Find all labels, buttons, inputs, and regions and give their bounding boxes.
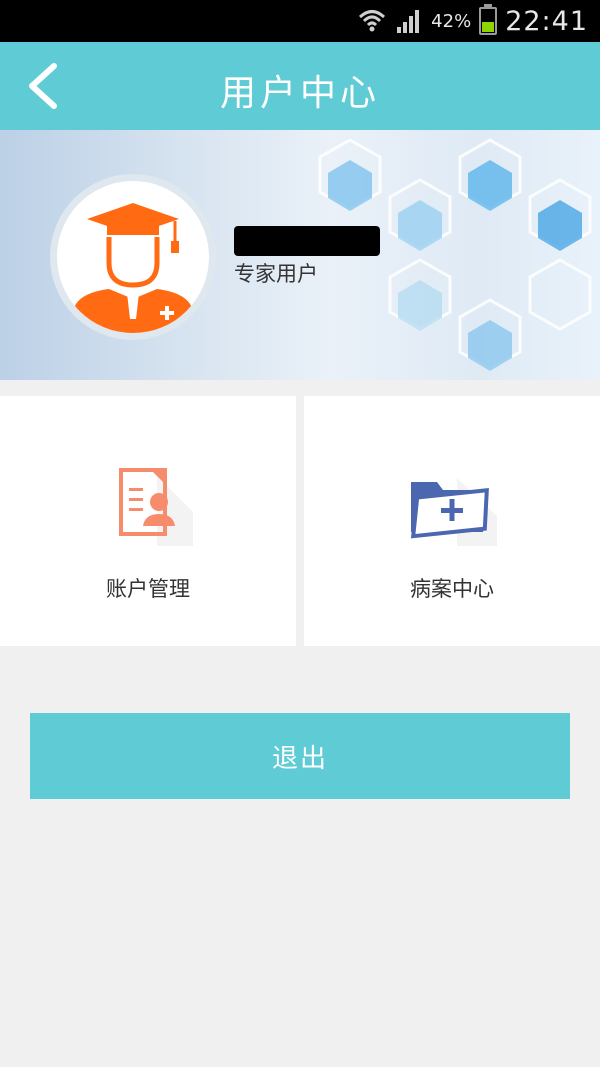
account-management-tile[interactable]: 账户管理 [0,396,296,646]
logout-button[interactable]: 退出 [30,713,570,799]
page-title: 用户中心 [219,73,380,114]
username-redacted [234,226,380,256]
avatar [50,174,216,340]
signal-icon [397,10,420,33]
wifi-icon [359,10,386,32]
doctor-graduate-avatar-icon [73,203,193,333]
user-role: 专家用户 [234,262,318,286]
status-bar: 42% 22:41 [0,0,600,42]
profile-banner: 专家用户 [0,130,600,380]
account-document-icon [119,468,193,546]
account-management-label: 账户管理 [106,577,190,601]
app-header: 用户中心 [0,42,600,130]
medical-records-label: 病案中心 [410,577,494,601]
medical-folder-icon [410,478,497,546]
menu-tiles: 账户管理 病案中心 [0,396,600,646]
medical-records-tile[interactable]: 病案中心 [304,396,600,646]
battery-level-fill [482,21,495,32]
battery-icon [479,4,498,35]
battery-percent: 42% [431,10,472,32]
status-bar-right: 42% 22:41 [357,0,588,42]
status-time: 22:41 [505,5,588,37]
